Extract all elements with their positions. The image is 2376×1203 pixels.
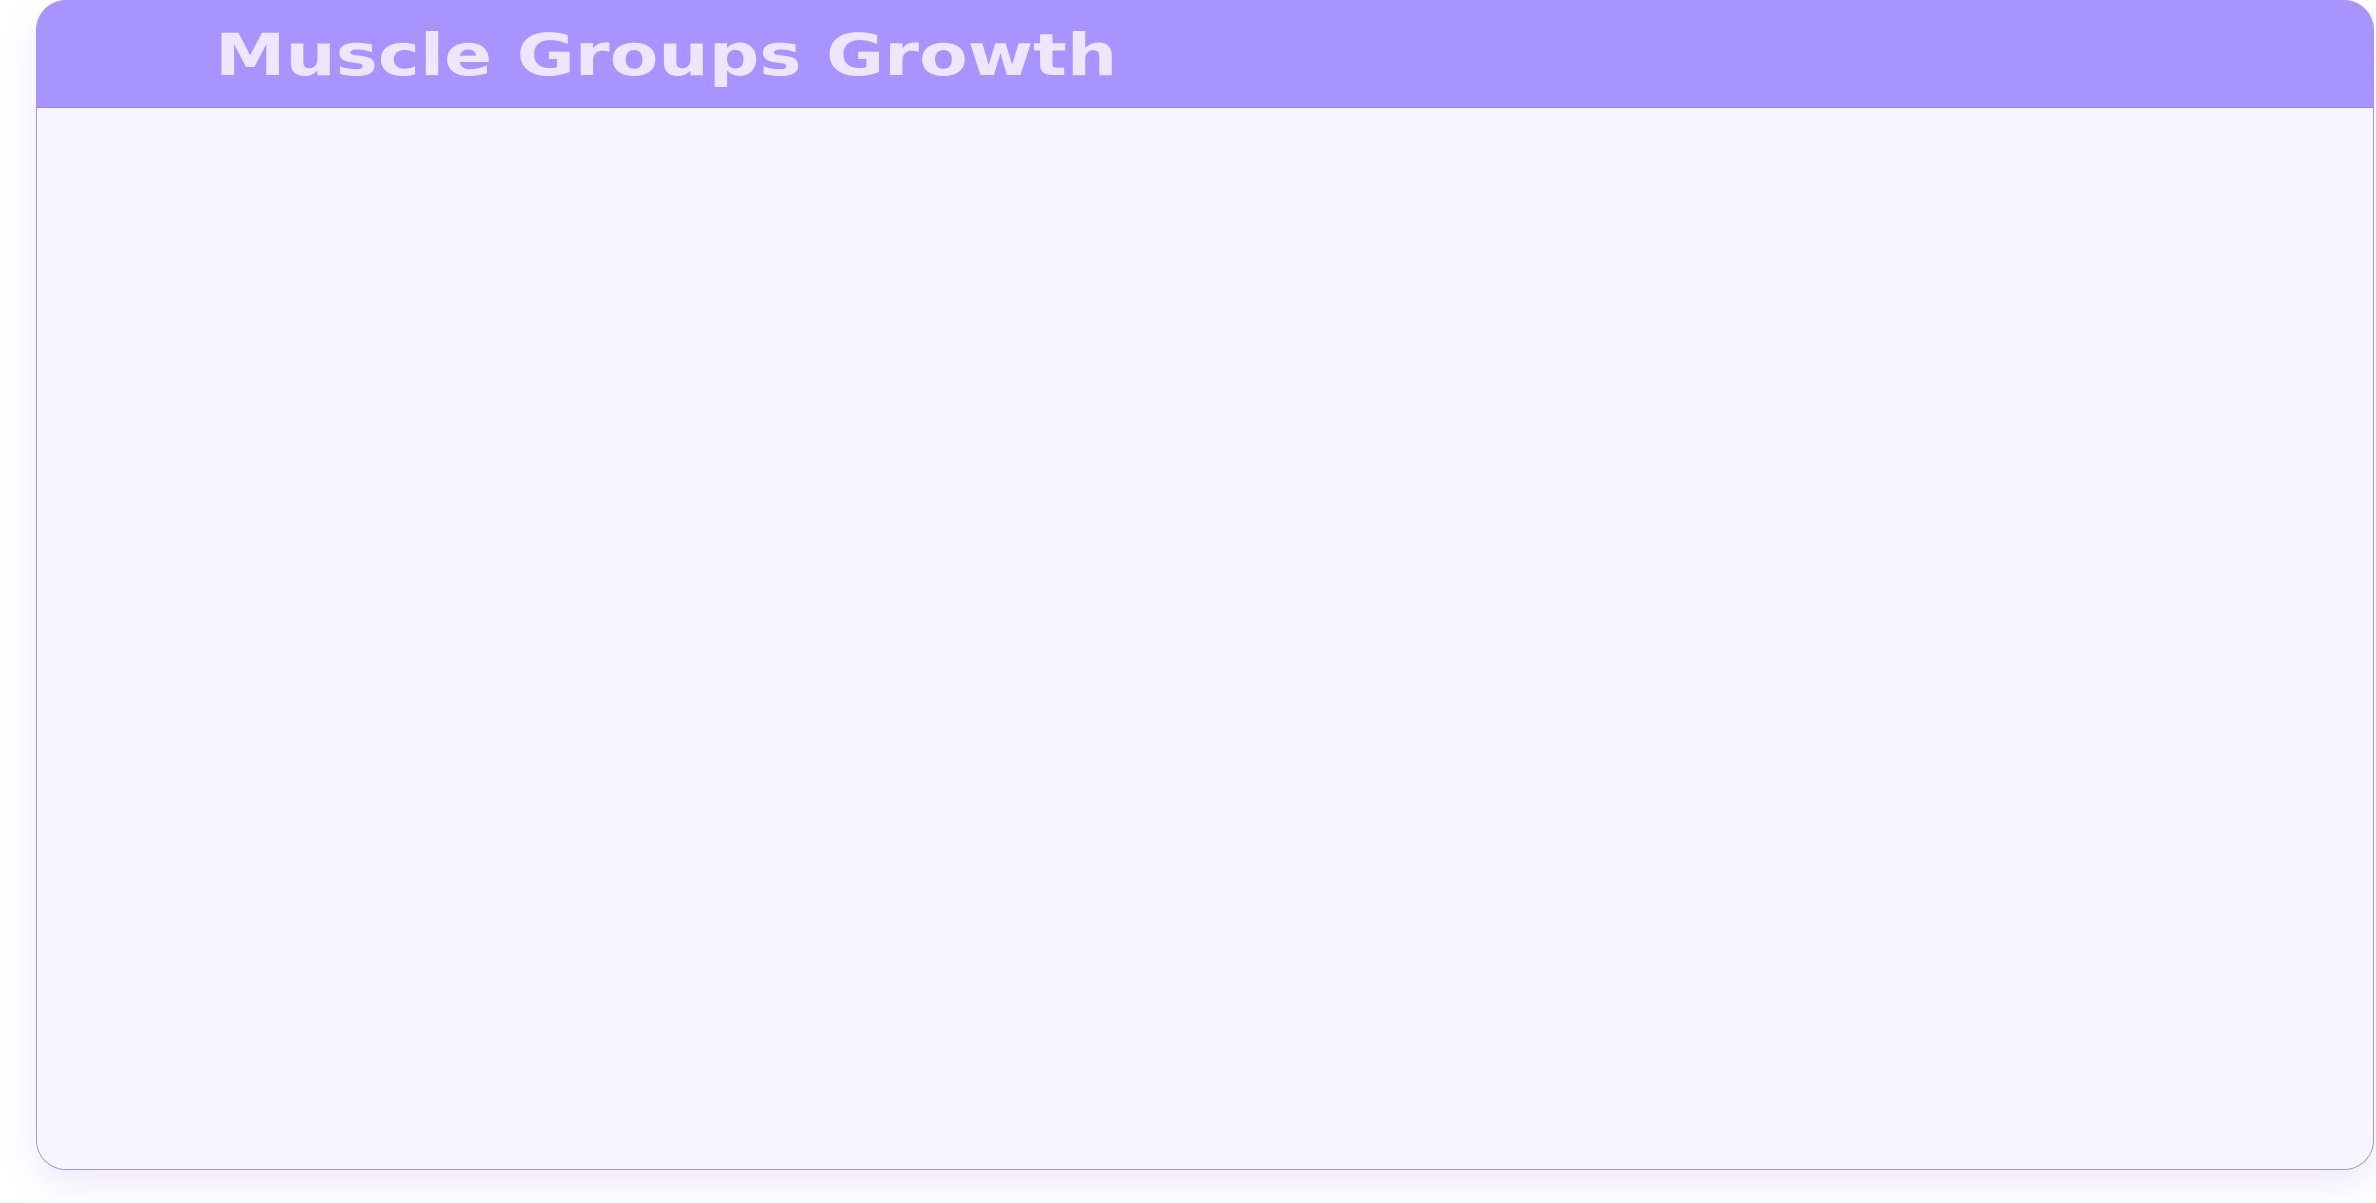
card-title: Muscle Groups Growth xyxy=(215,21,1118,89)
card-header: Muscle Groups Growth xyxy=(37,0,2373,108)
muscle-groups-growth-card: Muscle Groups Growth xyxy=(36,0,2374,1170)
card-body xyxy=(37,108,2373,1169)
